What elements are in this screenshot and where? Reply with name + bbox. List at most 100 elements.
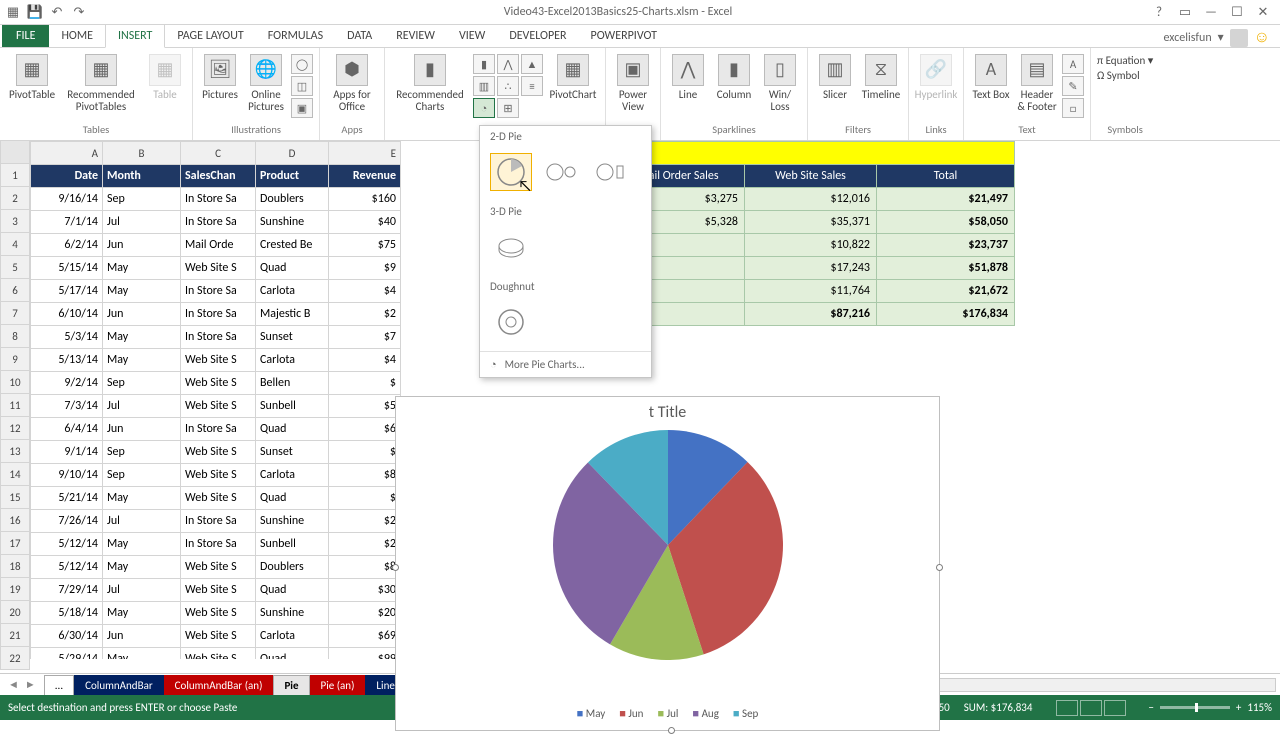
pie-chart-icon[interactable]: ◔ [473, 98, 495, 118]
object-icon[interactable]: □ [1062, 98, 1084, 118]
apps-button[interactable]: ⬢Apps for Office [326, 50, 378, 113]
column-chart-icon[interactable]: ▥ [473, 76, 495, 96]
select-all[interactable] [0, 141, 30, 164]
sheet-tab-columnandbar[interactable]: ColumnAndBar [74, 675, 164, 695]
screenshot-icon[interactable]: ▣ [291, 98, 313, 118]
tab-developer[interactable]: DEVELOPER [497, 25, 578, 47]
textbox-button[interactable]: AText Box [970, 50, 1012, 101]
sparkline-column-button[interactable]: ▮Column [713, 50, 755, 101]
chart-object[interactable]: t Title May Jun Jul Aug Sep [395, 396, 940, 731]
col-header[interactable]: A [31, 142, 103, 165]
pivotchart-icon: ▦ [557, 54, 589, 86]
tab-view[interactable]: VIEW [447, 25, 497, 47]
group-filters: ▥Slicer ⧖Timeline Filters [808, 48, 909, 140]
combo-chart-icon[interactable]: ⊞ [497, 98, 519, 118]
undo-icon[interactable]: ↶ [48, 3, 66, 21]
sheet-tab-pie-an[interactable]: Pie (an) [310, 675, 366, 695]
stock-chart-icon[interactable]: ≡ [521, 76, 543, 96]
pie-chart-dropdown: 2-D Pie 3-D Pie Doughnut ◔More Pie Chart… [479, 125, 652, 378]
avatar-icon [1230, 29, 1248, 47]
symbol-button[interactable]: Ω Symbol [1097, 69, 1153, 82]
hyperlink-button[interactable]: 🔗Hyperlink [915, 50, 957, 101]
view-buttons[interactable] [1056, 700, 1126, 716]
quick-access-toolbar: ▦ 💾 ↶ ↷ [0, 3, 88, 21]
timeline-icon: ⧖ [865, 54, 897, 86]
line-chart-icon[interactable]: ⋀ [497, 54, 519, 74]
wordart-icon[interactable]: A [1062, 54, 1084, 74]
timeline-button[interactable]: ⧖Timeline [860, 50, 902, 101]
group-symbols: π Equation ▾ Ω Symbol Symbols [1091, 48, 1159, 140]
pivottable-icon: ▦ [16, 54, 48, 86]
user-name: excelisfun [1164, 31, 1212, 45]
sparkline-winloss-button[interactable]: ▯Win/ Loss [759, 50, 801, 113]
tab-page-layout[interactable]: PAGE LAYOUT [165, 25, 255, 47]
smiley-icon[interactable]: ☺ [1254, 28, 1270, 47]
zoom-out-icon[interactable]: − [1148, 701, 1153, 714]
sheet-tab-more-left[interactable]: ... [44, 675, 74, 695]
zoom-slider[interactable] [1160, 706, 1230, 709]
group-tables: ▦PivotTable ▦Recommended PivotTables ▦Ta… [0, 48, 193, 140]
section-3d-pie: 3-D Pie [480, 201, 651, 222]
area-chart-icon[interactable]: ▲ [521, 54, 543, 74]
sheet-tab-columnandbar-an[interactable]: ColumnAndBar (an) [164, 675, 274, 695]
scatter-chart-icon[interactable]: ∴ [497, 76, 519, 96]
status-sum: SUM: $176,834 [964, 701, 1033, 714]
equation-button[interactable]: π Equation ▾ [1097, 54, 1153, 67]
window-controls: ? ▭ — ☐ ✕ [1148, 5, 1280, 20]
zoom-control[interactable]: − + 115% [1148, 701, 1272, 714]
header-footer-icon: ▤ [1021, 54, 1053, 86]
tab-data[interactable]: DATA [335, 25, 384, 47]
file-tab[interactable]: FILE [2, 25, 49, 47]
sparkline-line-button[interactable]: ⋀Line [667, 50, 709, 101]
powerview-button[interactable]: ▣Power View [612, 50, 654, 113]
online-pictures-icon: 🌐 [250, 54, 282, 86]
ribbon-options-icon[interactable]: ▭ [1174, 5, 1196, 20]
bar-of-pie-option[interactable] [590, 153, 632, 191]
redo-icon[interactable]: ↷ [70, 3, 88, 21]
section-doughnut: Doughnut [480, 276, 651, 297]
chart-title[interactable]: t Title [396, 397, 939, 422]
sigline-icon[interactable]: ✎ [1062, 76, 1084, 96]
tab-review[interactable]: REVIEW [384, 25, 447, 47]
pivotchart-button[interactable]: ▦PivotChart [547, 50, 599, 101]
smartart-icon[interactable]: ◫ [291, 76, 313, 96]
pie-more-icon: ◔ [490, 358, 497, 371]
minimize-icon[interactable]: — [1200, 5, 1222, 20]
hyperlink-icon: 🔗 [920, 54, 952, 86]
more-pie-charts[interactable]: ◔More Pie Charts... [480, 351, 651, 377]
tab-nav-first[interactable]: ◄ [8, 678, 19, 691]
sparkline-column-icon: ▮ [718, 54, 750, 86]
sheet-tab-pie[interactable]: Pie [273, 675, 309, 695]
recommended-charts-button[interactable]: ▮Recommended Charts [391, 50, 469, 113]
group-apps: ⬢Apps for Office Apps [320, 48, 385, 140]
maximize-icon[interactable]: ☐ [1226, 5, 1248, 20]
pie-3d-option[interactable] [490, 228, 532, 266]
rec-charts-icon: ▮ [414, 54, 446, 86]
tab-home[interactable]: HOME [49, 25, 105, 47]
data-table[interactable]: A B C D E DateMonthSalesChanProductReven… [30, 141, 401, 659]
shapes-icon[interactable]: ◯ [291, 54, 313, 74]
pictures-button[interactable]: 🖼Pictures [199, 50, 241, 101]
online-pictures-button[interactable]: 🌐Online Pictures [245, 50, 287, 113]
account-area[interactable]: excelisfun ▾ ☺ [1164, 28, 1280, 47]
table-button[interactable]: ▦Table [144, 50, 186, 101]
zoom-in-icon[interactable]: + [1236, 701, 1241, 714]
close-icon[interactable]: ✕ [1252, 5, 1274, 20]
tab-formulas[interactable]: FORMULAS [256, 25, 335, 47]
save-icon[interactable]: 💾 [26, 3, 44, 21]
group-label: Tables [6, 123, 186, 138]
header-footer-button[interactable]: ▤Header & Footer [1016, 50, 1058, 113]
doughnut-option[interactable] [490, 303, 532, 341]
tab-insert[interactable]: INSERT [105, 24, 165, 48]
recommended-pivottables-button[interactable]: ▦Recommended PivotTables [62, 50, 140, 113]
row-headers: 12345678910111213141516171819202122 [0, 141, 30, 659]
tab-powerpivot[interactable]: POWERPIVOT [579, 25, 669, 47]
pie-of-pie-option[interactable] [540, 153, 582, 191]
pie-2d-option[interactable] [490, 153, 532, 191]
help-icon[interactable]: ? [1148, 5, 1170, 20]
pivottable-button[interactable]: ▦PivotTable [6, 50, 58, 101]
bar-chart-icon[interactable]: ▮ [473, 54, 495, 74]
tab-nav-next[interactable]: ► [25, 678, 36, 691]
slicer-icon: ▥ [819, 54, 851, 86]
slicer-button[interactable]: ▥Slicer [814, 50, 856, 101]
